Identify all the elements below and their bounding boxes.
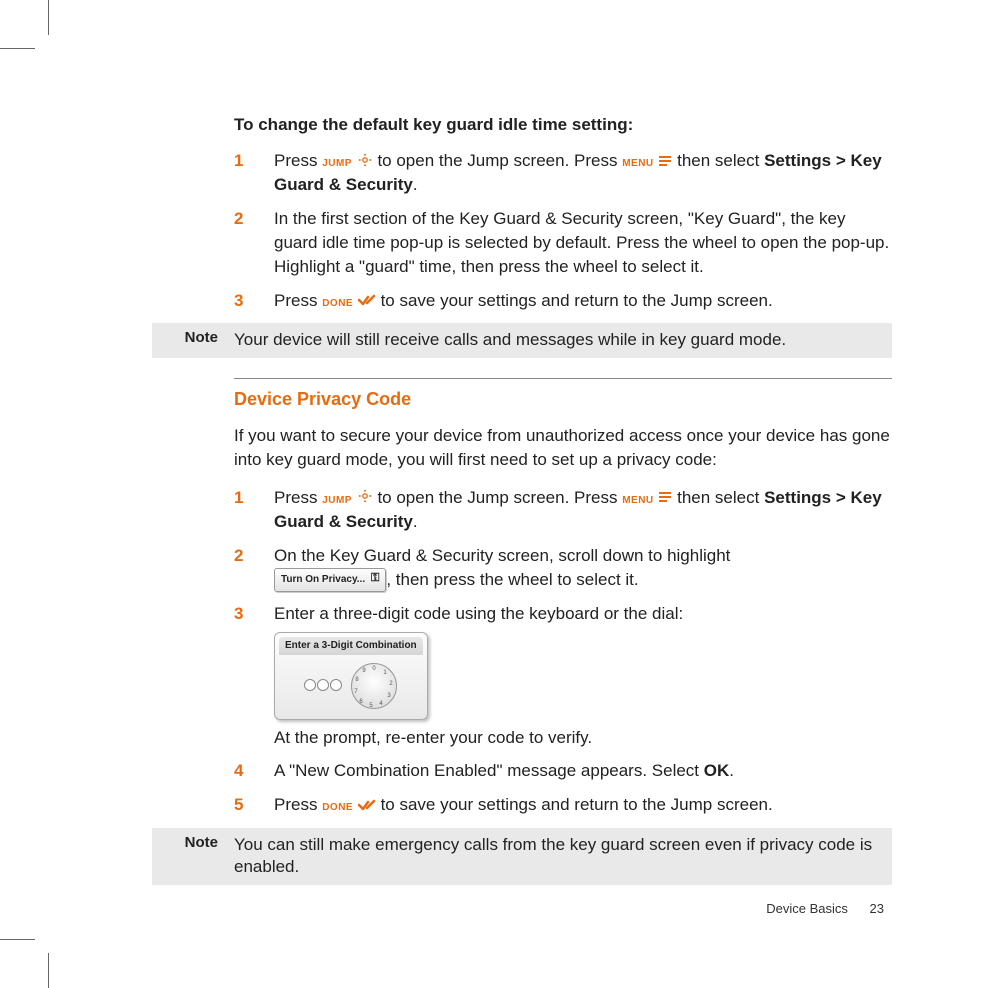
step-number: 2 [234,207,243,231]
section1-heading: To change the default key guard idle tim… [234,115,892,135]
section2-steps: 1 Press JUMP to open the Jump screen. Pr… [234,486,892,818]
step-text: Press [274,488,322,507]
step-text: , then press the wheel to select it. [386,570,638,589]
step-text: Enter a three-digit code using the keybo… [274,604,683,623]
step-item: 4 A "New Combination Enabled" message ap… [234,759,892,783]
page-footer: Device Basics 23 [766,901,884,916]
dial-icon: 01 23 45 67 89 [351,663,397,709]
step-text: to open the Jump screen. Press [377,151,622,170]
note-label: Note [152,834,234,851]
step-number: 5 [234,793,243,817]
step-text: to open the Jump screen. Press [377,488,622,507]
jump-icon [357,486,373,510]
done-icon [358,289,376,313]
menu-key-label: MENU [622,158,653,169]
section2-intro: If you want to secure your device from u… [234,424,892,472]
step-item: 3 Enter a three-digit code using the key… [234,602,892,750]
step-number: 2 [234,544,243,568]
step-text: to save your settings and return to the … [381,795,773,814]
step-text: . [413,512,418,531]
step-bold: OK [704,761,730,780]
step-number: 1 [234,149,243,173]
step-item: 3 Press DONE to save your settings and r… [234,289,892,313]
note-callout: Note You can still make emergency calls … [152,828,892,886]
step-text: A "New Combination Enabled" message appe… [274,761,704,780]
step-text: At the prompt, re-enter your code to ver… [274,728,592,747]
done-key-label: DONE [322,802,353,813]
note-label: Note [152,329,234,346]
jump-key-label: JUMP [322,495,352,506]
step-text: Press [274,291,322,310]
done-key-label: DONE [322,298,353,309]
step-item: 2 On the Key Guard & Security screen, sc… [234,544,892,592]
menu-icon [658,150,672,174]
step-text: Press [274,151,322,170]
step-item: 1 Press JUMP to open the Jump screen. Pr… [234,486,892,534]
done-icon [358,794,376,818]
step-text: On the Key Guard & Security screen, scro… [274,546,730,565]
footer-section: Device Basics [766,901,848,916]
section2-title: Device Privacy Code [234,389,892,410]
menu-icon [658,486,672,510]
section1-steps: 1 Press JUMP to open the Jump screen. Pr… [234,149,892,313]
key-icon: ⚿ [368,571,379,586]
jump-icon [357,150,373,174]
step-item: 1 Press JUMP to open the Jump screen. Pr… [234,149,892,197]
step-item: 5 Press DONE to save your settings and r… [234,793,892,817]
step-number: 3 [234,289,243,313]
note-body: You can still make emergency calls from … [234,834,892,880]
step-number: 3 [234,602,243,626]
note-callout: Note Your device will still receive call… [152,323,892,358]
step-number: 4 [234,759,243,783]
dial-title: Enter a 3-Digit Combination [279,637,423,655]
page-number: 23 [870,901,884,916]
section-divider [234,378,892,379]
menu-key-label: MENU [622,495,653,506]
step-number: 1 [234,486,243,510]
step-text: to save your settings and return to the … [381,291,773,310]
step-text: Press [274,795,322,814]
step-text: then select [677,151,764,170]
step-text: In the first section of the Key Guard & … [274,209,889,276]
step-text: then select [677,488,764,507]
jump-key-label: JUMP [322,158,352,169]
combination-dial-box: Enter a 3-Digit Combination 01 23 45 67 … [274,632,428,720]
note-body: Your device will still receive calls and… [234,329,892,352]
step-text: . [413,175,418,194]
step-text: . [729,761,734,780]
turn-on-privacy-button: Turn On Privacy... ⚿ [274,568,386,591]
step-item: 2 In the first section of the Key Guard … [234,207,892,278]
code-dots [304,674,343,698]
ui-btn-label: Turn On Privacy... [281,574,365,585]
